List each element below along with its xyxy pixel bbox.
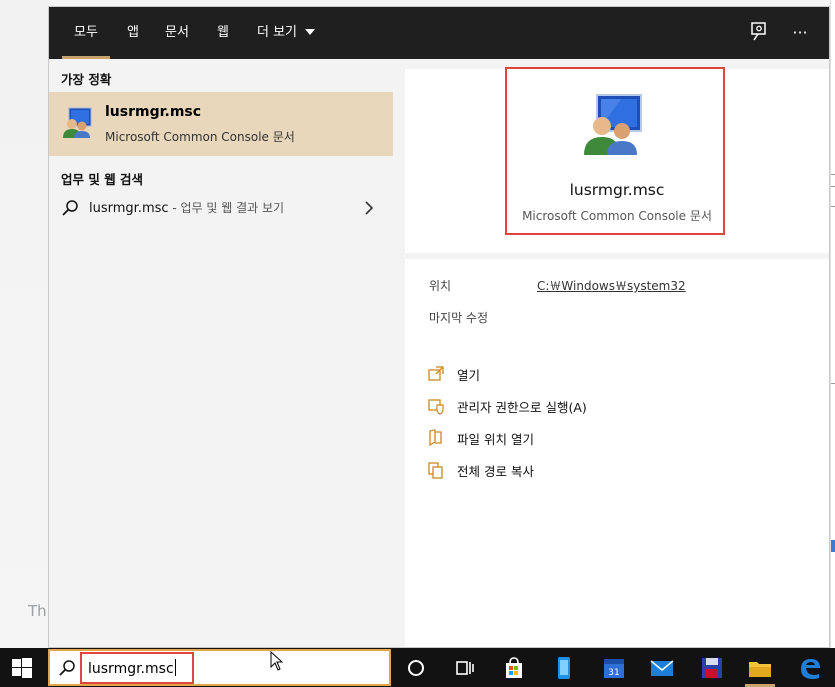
- tab-all[interactable]: 모두: [62, 7, 110, 59]
- mouse-cursor-icon: [270, 651, 284, 671]
- best-match-title: lusrmgr.msc: [105, 104, 202, 120]
- more-options-icon[interactable]: ···: [788, 21, 812, 45]
- web-search-result[interactable]: lusrmgr.msc - 업무 및 웹 결과 보기: [49, 193, 393, 225]
- tab-web[interactable]: 웹: [217, 7, 229, 59]
- svg-text:31: 31: [608, 668, 619, 678]
- tab-apps[interactable]: 앱: [127, 7, 139, 59]
- search-tabs-bar: 모두 앱 문서 웹 더 보기 ···: [49, 7, 829, 59]
- calendar-icon[interactable]: 31: [600, 654, 628, 682]
- task-view-icon[interactable]: [450, 654, 478, 682]
- search-panel: 모두 앱 문서 웹 더 보기 ··· 가장 정확 lusrmgr.msc Mic…: [48, 6, 830, 648]
- run-as-admin-label: 관리자 권한으로 실행(A): [457, 400, 587, 415]
- web-result-text: lusrmgr.msc - 업무 및 웹 결과 보기: [89, 199, 284, 216]
- taskbar-search-box[interactable]: lusrmgr.msc: [48, 649, 391, 686]
- phone-icon[interactable]: [550, 654, 578, 682]
- store-icon[interactable]: [500, 654, 528, 682]
- background-text: Th: [28, 602, 47, 620]
- search-highlight-box: [80, 652, 194, 684]
- preview-pane: lusrmgr.msc Microsoft Common Console 문서 …: [405, 67, 829, 647]
- preview-title: lusrmgr.msc: [569, 181, 665, 199]
- feedback-icon[interactable]: [748, 21, 772, 45]
- search-icon: [62, 200, 78, 216]
- results-list: 가장 정확 lusrmgr.msc Microsoft Common Conso…: [49, 59, 393, 647]
- web-result-query: lusrmgr.msc: [89, 201, 169, 216]
- copy-icon: [428, 462, 443, 479]
- background-sidebar: [0, 0, 48, 648]
- open-label: 열기: [457, 368, 481, 383]
- mail-icon[interactable]: [648, 654, 676, 682]
- taskbar: lusrmgr.msc 31: [0, 648, 835, 687]
- location-label: 위치: [429, 279, 452, 293]
- users-console-large-icon: [584, 94, 642, 155]
- background-right-edge: [830, 0, 835, 648]
- preview-properties-card: 위치 C:￦Windows￦system32 마지막 수정: [405, 259, 829, 345]
- copy-full-path-label: 전체 경로 복사: [457, 464, 534, 479]
- best-match-subtitle: Microsoft Common Console 문서: [105, 130, 295, 144]
- open-file-location-label: 파일 위치 열기: [457, 432, 534, 447]
- file-explorer-icon[interactable]: [746, 654, 774, 682]
- chevron-right-icon[interactable]: [362, 199, 376, 217]
- last-modified-label: 마지막 수정: [429, 311, 489, 325]
- caret-down-icon: [305, 29, 316, 35]
- search-icon: [59, 660, 75, 676]
- cortana-icon[interactable]: [402, 654, 430, 682]
- tab-more-label: 더 보기: [257, 25, 298, 40]
- tab-documents[interactable]: 문서: [165, 7, 189, 59]
- windows-start-icon[interactable]: [12, 658, 32, 678]
- best-match-heading: 가장 정확: [61, 72, 112, 87]
- edge-icon[interactable]: [796, 654, 824, 682]
- open-icon: [428, 366, 444, 381]
- location-value-link[interactable]: C:￦Windows￦system32: [537, 277, 686, 294]
- preview-subtitle: Microsoft Common Console 문서: [522, 209, 712, 223]
- preview-header-card: lusrmgr.msc Microsoft Common Console 문서: [405, 67, 829, 253]
- shield-icon: [428, 399, 444, 415]
- tab-more[interactable]: 더 보기: [257, 7, 316, 59]
- folder-icon: [429, 429, 442, 447]
- best-match-item[interactable]: lusrmgr.msc Microsoft Common Console 문서: [49, 92, 393, 156]
- preview-actions-card: 열기 관리자 권한으로 실행(A) 파일 위치 열기 전체 경로 복사: [405, 345, 829, 647]
- save-disk-icon[interactable]: [698, 654, 726, 682]
- users-console-icon: [63, 107, 92, 138]
- web-result-suffix: - 업무 및 웹 결과 보기: [168, 201, 285, 215]
- web-search-heading: 업무 및 웹 검색: [61, 172, 144, 187]
